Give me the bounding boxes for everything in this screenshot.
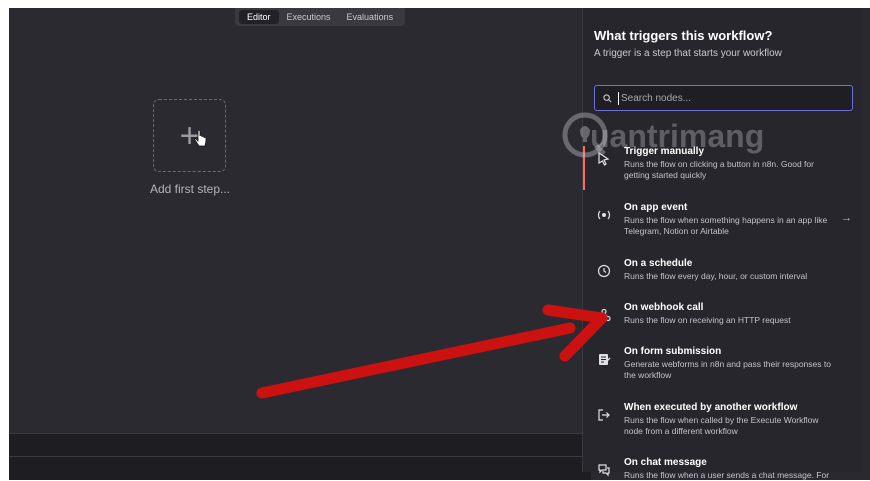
divider xyxy=(9,456,591,457)
search-icon xyxy=(603,93,612,102)
item-description: Runs the flow on clicking a button in n8… xyxy=(624,159,814,180)
sign-in-icon xyxy=(598,409,610,421)
item-description: Runs the flow when called by the Execute… xyxy=(624,415,819,436)
item-title: On app event xyxy=(624,202,688,213)
cursor-icon xyxy=(598,152,610,166)
panel-subtitle: A trigger is a step that starts your wor… xyxy=(594,48,782,59)
panel-title: What triggers this workflow? xyxy=(594,28,773,43)
tab-editor[interactable]: Editor xyxy=(239,10,279,24)
search-box xyxy=(594,85,853,111)
item-description: Runs the flow when something happens in … xyxy=(624,215,828,236)
arrow-right-icon: → xyxy=(841,212,852,224)
on-schedule-item[interactable]: On a schedule Runs the flow every day, h… xyxy=(583,258,862,294)
add-first-step-button[interactable]: + xyxy=(153,99,226,172)
form-icon xyxy=(599,354,611,365)
on-app-event-item[interactable]: On app event Runs the flow when somethin… xyxy=(583,202,862,246)
on-chat-message-item[interactable]: On chat message Runs the flow when a use… xyxy=(583,457,862,481)
webhook-icon xyxy=(597,308,611,322)
item-title: On chat message xyxy=(624,457,707,468)
tab-evaluations[interactable]: Evaluations xyxy=(339,8,402,26)
on-webhook-call-item[interactable]: On webhook call Runs the flow on receivi… xyxy=(583,302,862,338)
hand-cursor-icon xyxy=(194,130,207,147)
item-description: Generate webforms in n8n and pass their … xyxy=(624,359,831,380)
chat-icon xyxy=(598,464,610,477)
executed-by-workflow-item[interactable]: When executed by another workflow Runs t… xyxy=(583,402,862,448)
view-tabs: Editor Executions Evaluations xyxy=(235,8,406,26)
on-form-submission-item[interactable]: On form submission Generate webforms in … xyxy=(583,346,862,392)
item-title: On a schedule xyxy=(624,258,693,269)
trigger-panel: What triggers this workflow? A trigger i… xyxy=(582,8,862,480)
search-input[interactable] xyxy=(618,91,843,105)
item-description: Runs the flow on receiving an HTTP reque… xyxy=(624,315,791,325)
add-first-step-label: Add first step... xyxy=(149,182,231,196)
item-description: Runs the flow every day, hour, or custom… xyxy=(624,271,808,281)
item-title: Trigger manually xyxy=(624,146,705,157)
item-description: Runs the flow when a user sends a chat m… xyxy=(624,470,830,480)
item-title: When executed by another workflow xyxy=(624,402,798,413)
trigger-manually-item[interactable]: Trigger manually Runs the flow on clicki… xyxy=(583,146,862,190)
item-title: On webhook call xyxy=(624,302,704,313)
app-event-icon xyxy=(597,210,611,220)
clock-icon xyxy=(597,264,611,278)
bottom-panel xyxy=(9,433,591,480)
workflow-canvas[interactable]: Editor Executions Evaluations + Add firs… xyxy=(9,8,591,480)
tab-executions[interactable]: Executions xyxy=(279,8,339,26)
item-title: On form submission xyxy=(624,346,722,357)
